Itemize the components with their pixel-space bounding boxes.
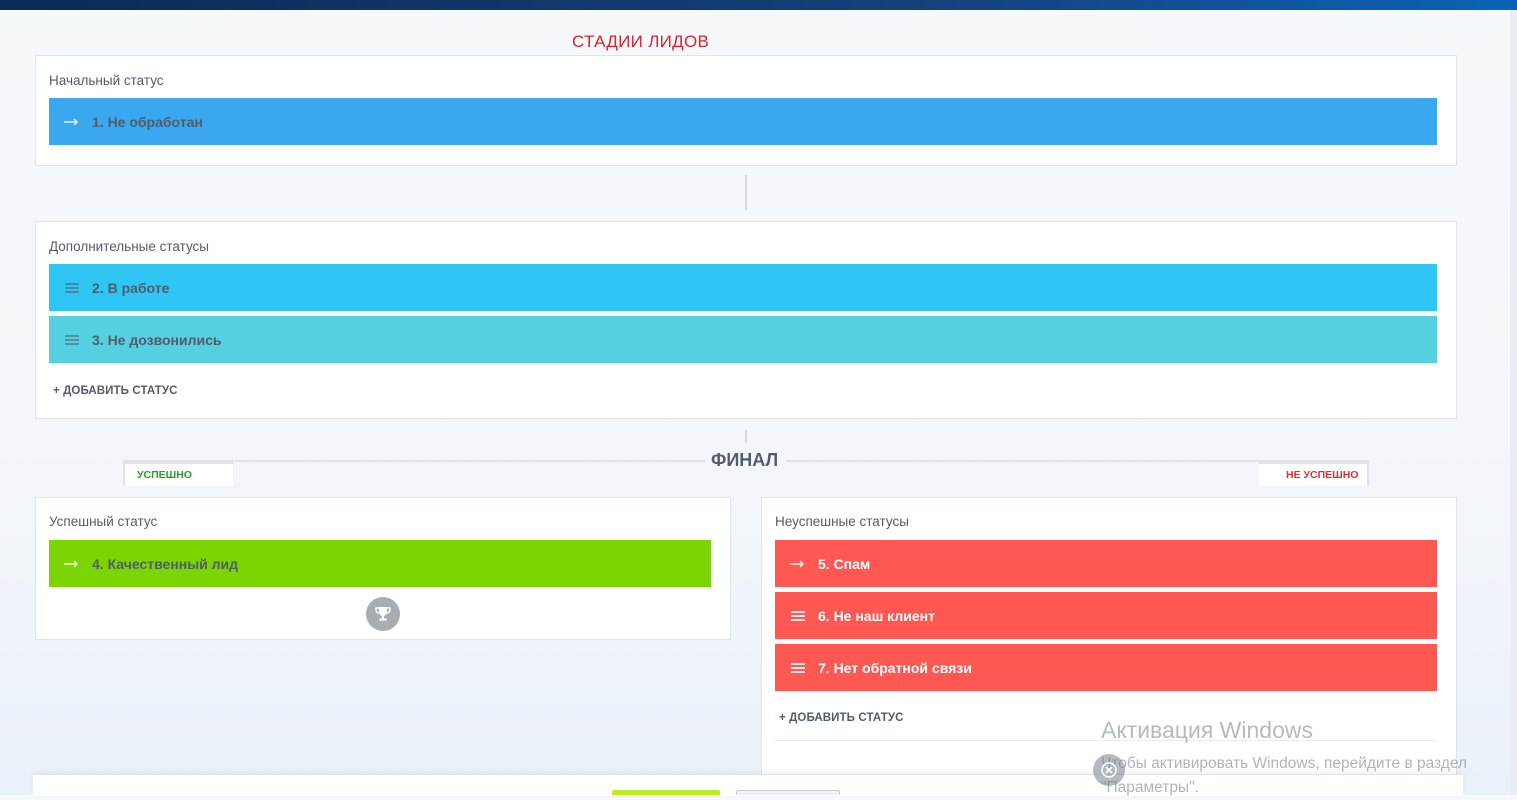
stage-label: 2. В работе [92,279,170,296]
fail-tab: НЕ УСПЕШНО [1259,462,1369,486]
stage-no-feedback[interactable]: 7. Нет обратной связи [775,644,1437,691]
windows-activation-title: Активация Windows [1101,717,1313,743]
stage-label: 1. Не обработан [92,113,203,130]
drag-handle-icon[interactable] [64,334,79,345]
panel-title: Неуспешные статусы [775,514,909,529]
success-tab-label: УСПЕШНО [137,469,192,481]
close-icon[interactable] [1093,754,1125,786]
stage-in-progress[interactable]: 2. В работе [49,264,1437,311]
windows-activation-subtitle: Чтобы активировать Windows, перейдите в … [1101,752,1517,800]
arrow-right-icon [64,559,79,568]
stage-label: 6. Не наш клиент [818,607,935,624]
save-button[interactable] [612,790,720,795]
final-title: ФИНАЛ [711,450,779,470]
add-status-button[interactable]: + ДОБАВИТЬ СТАТУС [779,712,903,724]
stage-label: 3. Не дозвонились [92,331,222,348]
stage-not-reached[interactable]: 3. Не дозвонились [49,316,1437,363]
fail-tab-label: НЕ УСПЕШНО [1286,469,1359,481]
arrow-right-icon [64,117,79,126]
panel-title: Начальный статус [49,73,164,88]
stage-not-processed[interactable]: 1. Не обработан [49,98,1437,145]
connector-line [745,430,747,443]
stage-label: 4. Качественный лид [92,555,239,572]
page-title: СТАДИИ ЛИДОВ [572,32,710,51]
panel-title: Успешный статус [49,514,158,529]
stage-spam[interactable]: 5. Спам [775,540,1437,587]
window-top-bar [0,0,1517,10]
scrollbar-track[interactable] [1510,10,1517,795]
stage-label: 7. Нет обратной связи [818,659,972,676]
drag-handle-icon[interactable] [790,610,805,621]
add-status-button[interactable]: + ДОБАВИТЬ СТАТУС [53,385,177,397]
connector-line [745,175,747,210]
stage-not-our-client[interactable]: 6. Не наш клиент [775,592,1437,639]
cancel-button[interactable] [736,790,840,795]
windows-activation-line1: Чтобы активировать Windows, перейдите в … [1101,755,1468,772]
stage-label: 5. Спам [818,555,871,572]
panel-title: Дополнительные статусы [49,239,209,254]
success-tab: УСПЕШНО [123,462,233,486]
windows-activation-line2: "Параметры". [1101,779,1199,796]
stage-qualified-lead[interactable]: 4. Качественный лид [49,540,711,587]
arrow-right-icon [790,559,805,568]
trophy-icon [366,597,400,631]
drag-handle-icon[interactable] [64,282,79,293]
drag-handle-icon[interactable] [790,662,805,673]
